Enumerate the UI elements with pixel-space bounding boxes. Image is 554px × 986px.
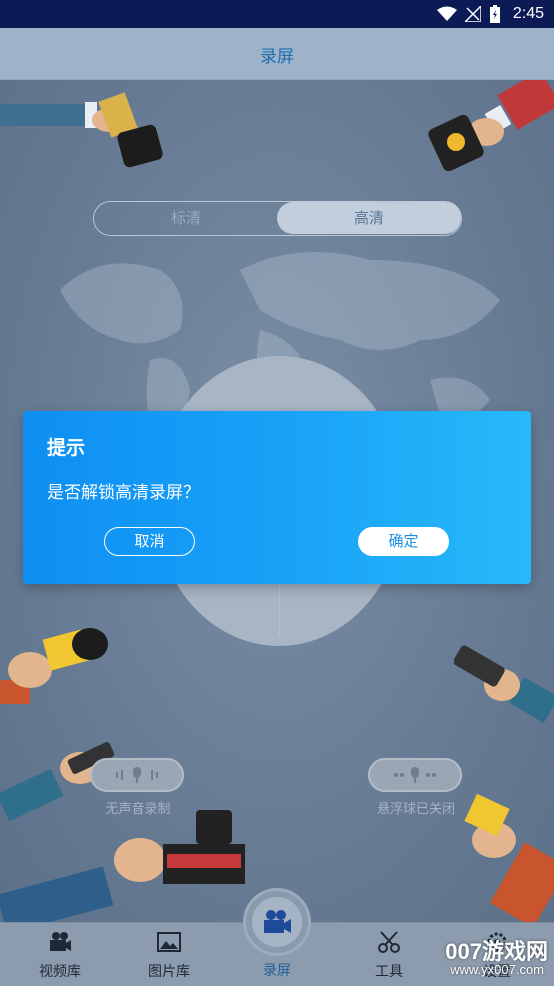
nav-item-image-library[interactable]: 图片库	[124, 923, 214, 986]
quality-hd-option[interactable]: 高清	[277, 202, 461, 234]
cancel-button[interactable]: 取消	[104, 527, 195, 556]
unlock-hd-dialog: 提示 是否解锁高清录屏？ 取消 确定	[23, 411, 531, 584]
nav-label-image-library: 图片库	[148, 964, 190, 980]
scissors-icon	[378, 931, 400, 953]
nav-item-record[interactable]	[243, 888, 311, 956]
watermark-url: www.yx007.com	[450, 962, 544, 977]
confirm-button[interactable]: 确定	[358, 527, 449, 556]
quality-sd-option[interactable]: 标清	[94, 202, 278, 234]
wifi-icon	[436, 6, 457, 21]
hand-microphone-illustration	[0, 92, 163, 168]
image-icon	[157, 932, 181, 952]
record-button-inner	[252, 897, 302, 947]
nav-item-video-library[interactable]: 视频库	[15, 923, 105, 986]
nav-label-tools: 工具	[375, 964, 403, 980]
hand-camera-illustration	[0, 810, 245, 922]
status-time: 2:45	[512, 5, 544, 22]
status-icons: 2:45	[436, 0, 544, 28]
dialog-title: 提示	[47, 437, 86, 459]
nav-label-video-library: 视频库	[39, 964, 81, 980]
nav-label-record: 录屏	[263, 963, 291, 979]
microphone-icon	[116, 767, 158, 783]
status-bar: 2:45	[0, 0, 554, 28]
page-title: 录屏	[260, 47, 294, 67]
floating-ball-toggle[interactable]	[368, 758, 462, 792]
quality-toggle: 标清 高清	[93, 201, 462, 236]
floating-ball-label: 悬浮球已关闭	[376, 802, 455, 817]
signal-icon	[464, 6, 481, 22]
app-header: 录屏	[0, 28, 554, 80]
film-camera-icon	[50, 932, 71, 951]
battery-icon	[489, 5, 500, 23]
hand-phone-illustration	[428, 80, 554, 172]
silent-record-toggle[interactable]	[90, 758, 184, 792]
video-camera-icon	[264, 910, 291, 933]
microphone-icon	[394, 767, 436, 783]
hand-left-mic-illustration	[0, 628, 108, 704]
hand-right-recorder-illustration	[454, 645, 554, 723]
silent-record-label: 无声音录制	[105, 802, 171, 817]
dialog-message: 是否解锁高清录屏？	[47, 483, 200, 503]
nav-item-tools[interactable]: 工具	[344, 923, 434, 986]
